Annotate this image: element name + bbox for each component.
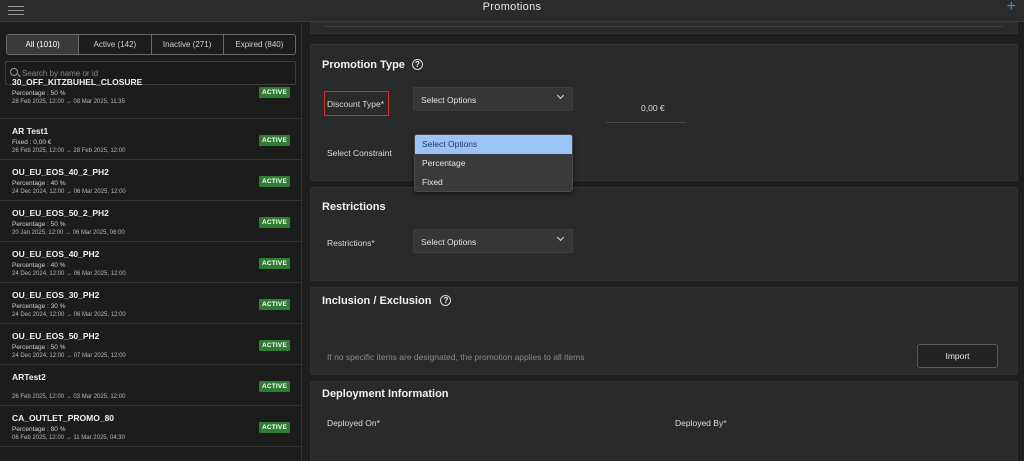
list-item[interactable]: ARTest2 26 Feb 2025, 12:00 → 03 Mar 2025… (0, 365, 301, 406)
help-icon[interactable]: ? (411, 59, 423, 70)
promotion-form: Promotion Type? Discount Type* Select Op… (303, 22, 1024, 461)
promotion-type-title: Promotion Type (322, 59, 405, 71)
discount-type-dropdown: Select Options Percentage Fixed (414, 134, 573, 192)
status-badge: ACTIVE (258, 217, 290, 228)
discount-type-select[interactable]: Select Options (413, 87, 573, 111)
promotion-discount: Percentage : 80 % (12, 426, 66, 433)
restrictions-label: Restrictions* (327, 238, 375, 248)
promotion-name: OU_EU_EOS_40_2_PH2 (12, 167, 109, 177)
list-item[interactable]: OU_EU_EOS_50_PH2 Percentage : 50 % 24 De… (0, 324, 301, 365)
promotion-name: 30_OFF_KITZBUHEL_CLOSURE (12, 77, 143, 87)
promotion-dates: 26 Feb 2025, 12:00 → 03 Mar 2025, 12:00 (12, 394, 126, 400)
help-icon[interactable]: ? (440, 295, 452, 306)
amount-value: 0,00 € (641, 103, 665, 113)
restrictions-select[interactable]: Select Options (413, 229, 573, 253)
status-badge: ACTIVE (258, 422, 290, 433)
status-badge: ACTIVE (258, 381, 290, 392)
list-item[interactable]: OU_EU_EOS_40_2_PH2 Percentage : 40 % 24 … (0, 160, 301, 201)
list-item[interactable]: AR Test1 Fixed : 0,00 € 26 Feb 2025, 12:… (0, 119, 301, 160)
tab-expired[interactable]: Expired (840) (224, 35, 295, 54)
promotion-dates: 06 Feb 2025, 12:00 → 11 Mar 2025, 04:30 (12, 435, 125, 441)
tab-inactive[interactable]: Inactive (271) (152, 35, 224, 54)
list-item[interactable]: OU_EU_EOS_30_PH2 Percentage : 30 % 24 De… (0, 283, 301, 324)
promotion-discount: Percentage : 40 % (12, 180, 66, 187)
select-value: Select Options (421, 95, 477, 105)
promotion-dates: 24 Dec 2024, 12:00 → 06 Mar 2025, 12:00 (12, 189, 126, 195)
tab-active[interactable]: Active (142) (79, 35, 152, 54)
status-badge: ACTIVE (258, 176, 290, 187)
deployed-on-label: Deployed On* (327, 418, 380, 428)
divider (324, 26, 1003, 27)
tab-all[interactable]: All (1010) (7, 35, 80, 54)
promotion-discount: Fixed : 0,00 € (12, 139, 52, 146)
list-item[interactable]: CA_OUTLET_PROMO_80 Percentage : 80 % 06 … (0, 406, 301, 447)
previous-section-card (310, 22, 1018, 34)
section-title: Inclusion / Exclusion? (322, 295, 452, 307)
deployed-by-label: Deployed By* (675, 418, 727, 428)
add-promotion-plus-icon[interactable]: + (1007, 0, 1016, 16)
promotion-name: OU_EU_EOS_50_PH2 (12, 331, 100, 341)
promotion-name: ARTest2 (12, 372, 46, 382)
restrictions-section: Restrictions Restrictions* Select Option… (310, 187, 1018, 281)
promotion-dates: 24 Dec 2024, 12:00 → 06 Mar 2025, 12:00 (12, 271, 126, 277)
promotion-dates: 20 Jan 2025, 12:00 → 06 Mar 2025, 06:00 (12, 230, 125, 236)
page-title: Promotions (482, 1, 542, 13)
promotion-name: AR Test1 (12, 126, 49, 136)
status-badge: ACTIVE (258, 299, 290, 310)
list-item[interactable]: OU_EU_EOS_40_PH2 Percentage : 40 % 24 De… (0, 242, 301, 283)
search-icon (10, 68, 18, 76)
deployment-section: Deployment Information Deployed On* Depl… (310, 381, 1018, 461)
promotion-discount: Percentage : 50 % (12, 90, 66, 97)
list-item[interactable]: 30_OFF_KITZBUHEL_CLOSURE Percentage : 50… (0, 77, 301, 119)
promotion-discount: Percentage : 40 % (12, 262, 66, 269)
top-bar: Promotions + (0, 0, 1024, 22)
inclusion-exclusion-section: Inclusion / Exclusion? If no specific it… (310, 287, 1018, 375)
select-value: Select Options (421, 237, 477, 247)
promotion-dates: 28 Feb 2025, 12:00 → 08 Mar 2025, 11:35 (12, 99, 125, 105)
promotion-sidebar: All (1010) Active (142) Inactive (271) E… (0, 23, 302, 461)
discount-type-label: Discount Type* (327, 99, 385, 109)
status-badge: ACTIVE (258, 135, 290, 146)
section-title: Promotion Type? (322, 59, 423, 71)
list-item[interactable]: OU_EU_EOS_50_2_PH2 Percentage : 50 % 20 … (0, 201, 301, 242)
promotion-discount: Percentage : 50 % (12, 344, 66, 351)
promotion-discount: Percentage : 50 % (12, 221, 66, 228)
import-button[interactable]: Import (917, 344, 998, 368)
promotion-dates: 24 Dec 2024, 12:00 → 07 Mar 2025, 12:00 (12, 353, 126, 359)
promotion-dates: 24 Dec 2024, 12:00 → 06 Mar 2025, 12:00 (12, 312, 126, 318)
inclusion-hint: If no specific items are designated, the… (327, 352, 585, 362)
promotion-name: CA_OUTLET_PROMO_80 (12, 413, 115, 423)
deployment-title: Deployment Information (322, 388, 449, 400)
inclusion-title: Inclusion / Exclusion (322, 295, 432, 307)
restrictions-title: Restrictions (322, 201, 386, 213)
promotion-dates: 26 Feb 2025, 12:00 → 28 Feb 2025, 12:00 (12, 148, 126, 154)
promotion-name: OU_EU_EOS_50_2_PH2 (12, 208, 109, 218)
promotion-list: 30_OFF_KITZBUHEL_CLOSURE Percentage : 50… (0, 77, 301, 447)
dropdown-option-percentage[interactable]: Percentage (415, 154, 572, 173)
status-badge: ACTIVE (258, 87, 290, 98)
promotion-name: OU_EU_EOS_30_PH2 (12, 290, 100, 300)
amount-underline (606, 122, 686, 123)
dropdown-option-fixed[interactable]: Fixed (415, 173, 572, 191)
dropdown-option-select[interactable]: Select Options (415, 135, 572, 154)
chevron-down-icon (556, 91, 565, 100)
chevron-down-icon (556, 233, 565, 242)
status-badge: ACTIVE (258, 258, 290, 269)
promotion-discount: Percentage : 30 % (12, 303, 66, 310)
constraint-label: Select Constraint (327, 148, 392, 158)
promotion-type-section: Promotion Type? Discount Type* Select Op… (310, 44, 1018, 192)
status-badge: ACTIVE (258, 340, 290, 351)
status-filter-tabs: All (1010) Active (142) Inactive (271) E… (6, 34, 296, 55)
promotion-name: OU_EU_EOS_40_PH2 (12, 249, 100, 259)
